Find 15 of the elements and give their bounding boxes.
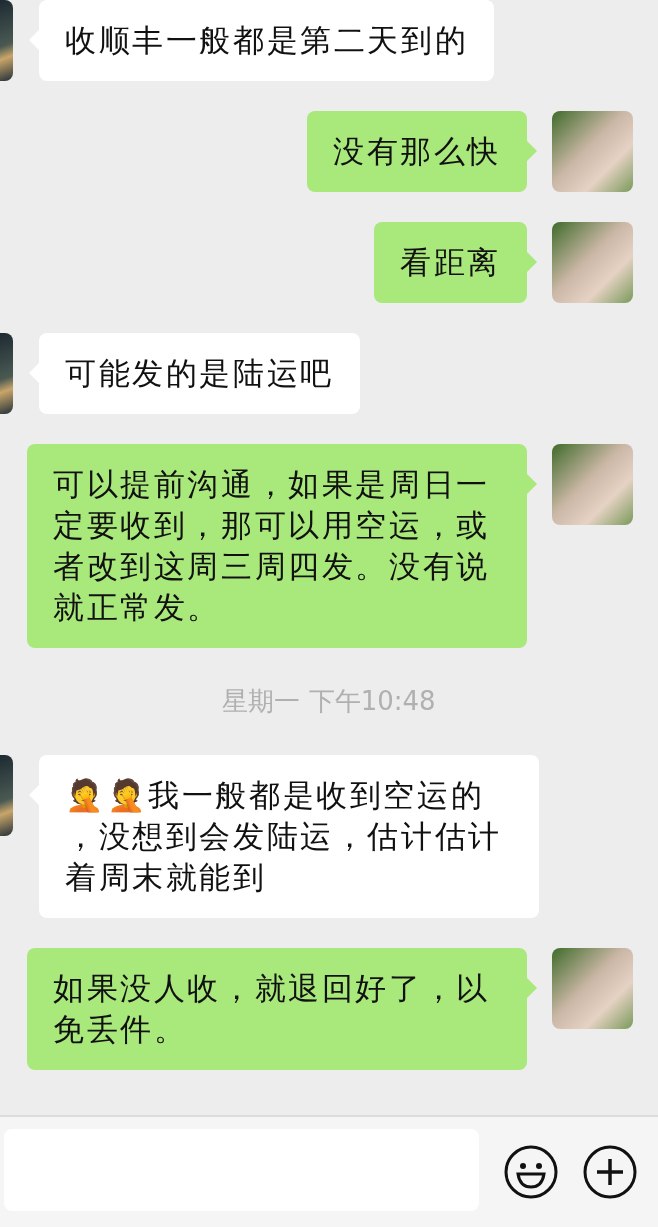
timestamp: 星期一 下午10:48 (222, 685, 436, 718)
smiley-icon (504, 1145, 558, 1199)
emoji-button[interactable] (503, 1144, 559, 1200)
message-text: 收顺丰一般都是第二天到的 (65, 22, 469, 58)
avatar-photo-placeholder[interactable] (0, 0, 13, 81)
message-text: 可以提前沟通，如果是周日一定要收到，那可以用空运，或者改到这周三周四发。没有说就正常发。 (53, 466, 490, 625)
plus-icon (583, 1145, 638, 1199)
avatar-photo-placeholder[interactable] (0, 755, 13, 836)
message-text: 看距离 (400, 244, 501, 280)
more-button[interactable] (582, 1144, 638, 1200)
avatar-photo-placeholder[interactable] (0, 333, 13, 414)
message-text: 没有那么快 (333, 133, 501, 169)
message-text: 可能发的是陆运吧 (65, 355, 334, 391)
message-text: 如果没人收，就退回好了，以免丢件。 (53, 970, 490, 1047)
message-text: 🤦🤦我一般都是收到空运的，没想到会发陆运，估计估计着周末就能到 (65, 777, 502, 895)
